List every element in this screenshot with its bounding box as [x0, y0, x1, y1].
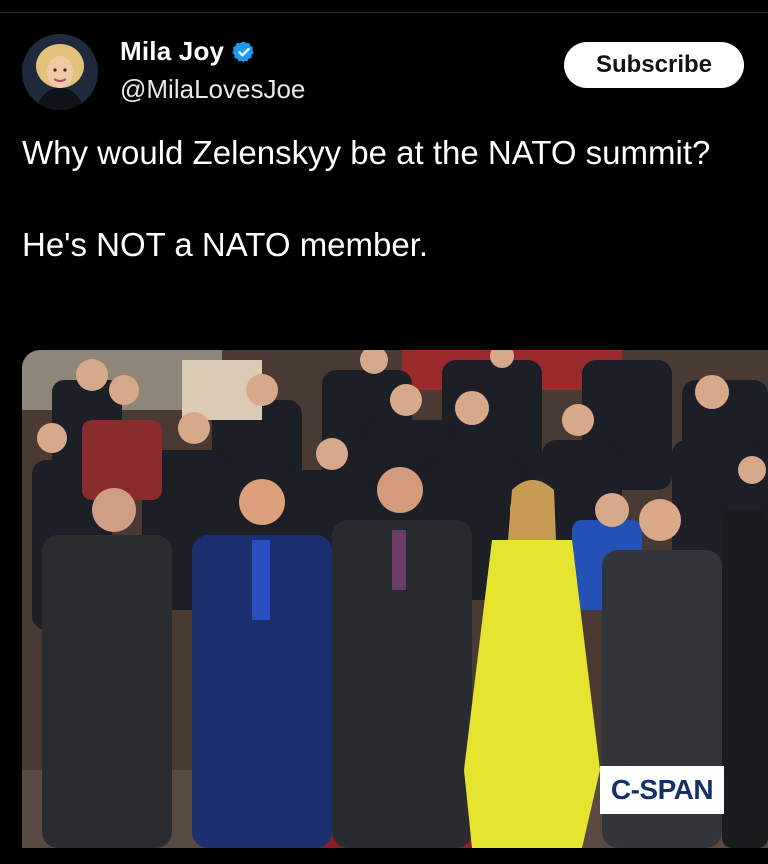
author-display-name[interactable]: Mila Joy — [120, 36, 224, 67]
avatar-image — [22, 34, 98, 110]
subscribe-button[interactable]: Subscribe — [564, 42, 744, 88]
author-handle[interactable]: @MilaLovesJoe — [120, 74, 305, 105]
top-divider — [0, 12, 768, 13]
tweet-text: Why would Zelenskyy be at the NATO summi… — [22, 130, 742, 268]
author-name-row: Mila Joy — [120, 36, 256, 67]
tweet-text-line-1: Why would Zelenskyy be at the NATO summi… — [22, 134, 711, 171]
cspan-watermark: C-SPAN — [600, 766, 724, 814]
author-avatar[interactable] — [22, 34, 98, 110]
verified-badge-icon — [232, 41, 254, 62]
tweet-media-image[interactable]: C-SPAN — [22, 350, 768, 848]
tweet-text-line-2: He's NOT a NATO member. — [22, 226, 429, 263]
